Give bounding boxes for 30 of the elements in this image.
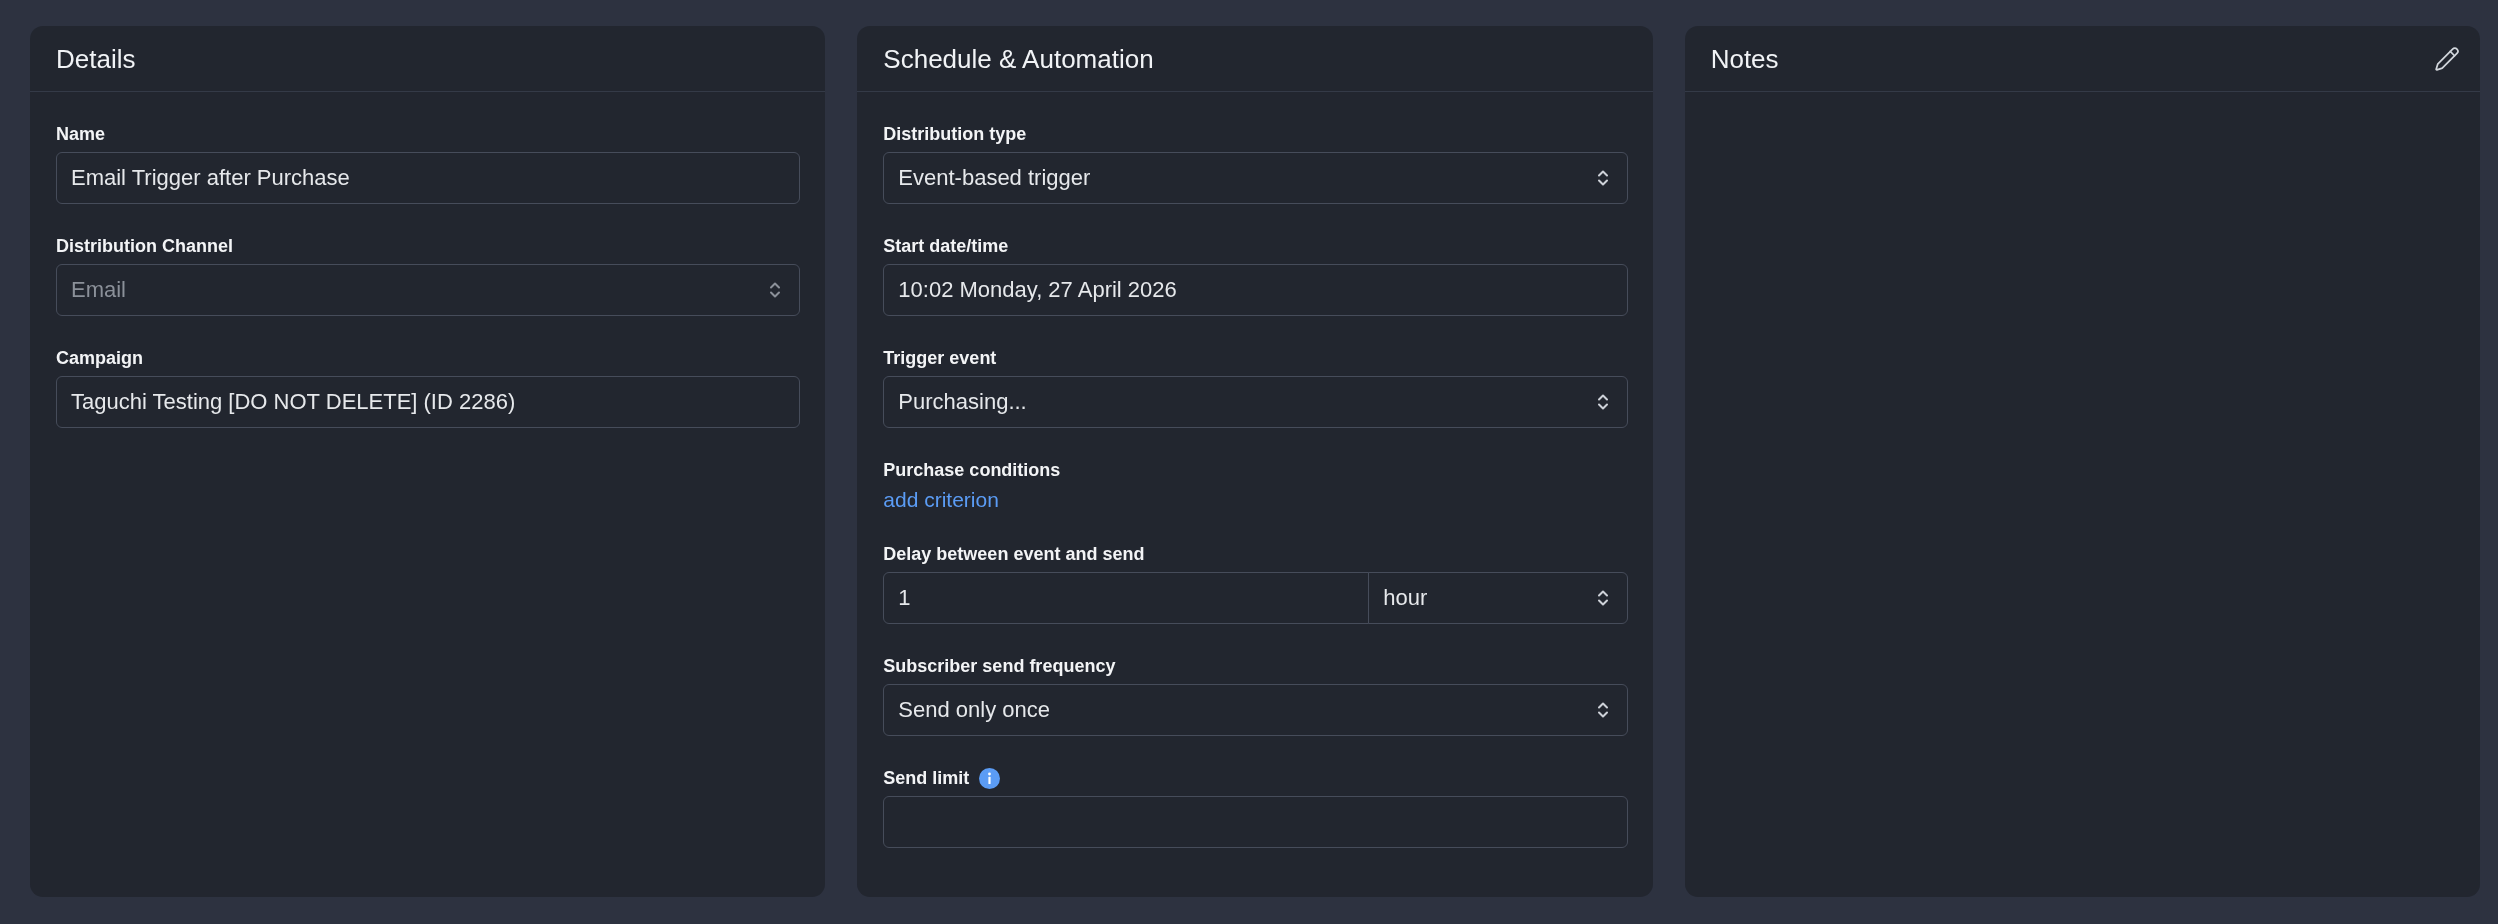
up-down-chevron-icon: [1596, 168, 1609, 188]
panel-title: Notes: [1710, 42, 1779, 75]
field-label: Distribution Channel: [56, 235, 233, 258]
number-field[interactable]: 1: [883, 572, 1370, 624]
dropdown-field[interactable]: Send only once: [883, 684, 1628, 736]
info-icon[interactable]: [979, 767, 1001, 789]
field-label: Start date/time: [883, 235, 1009, 258]
field-label: Campaign: [56, 347, 143, 370]
field-label: Distribution type: [883, 123, 1027, 146]
field-label: Delay between event and send: [883, 543, 1145, 566]
field-label: Purchase conditions: [883, 459, 1061, 482]
dropdown-field[interactable]: Event-based trigger: [883, 152, 1628, 204]
text-field[interactable]: Taguchi Testing [DO NOT DELETE] (ID 2286): [56, 376, 801, 428]
unit-dropdown[interactable]: hour: [1368, 572, 1628, 624]
field-label: Subscriber send frequency: [883, 655, 1116, 678]
field-label: Send limit: [883, 767, 970, 790]
panel-title: Details: [56, 42, 136, 75]
dropdown-field[interactable]: Purchasing...: [883, 376, 1628, 428]
field-label: Trigger event: [883, 347, 997, 370]
add-criterion-link[interactable]: add criterion: [883, 488, 999, 512]
up-down-chevron-icon: [1596, 392, 1609, 412]
field-label: Name: [56, 123, 106, 146]
text-field[interactable]: Email Trigger after Purchase: [56, 152, 801, 204]
panel-title: Schedule & Automation: [883, 42, 1154, 75]
pencil-icon[interactable]: [2434, 45, 2460, 72]
text-field[interactable]: [883, 796, 1628, 848]
up-down-chevron-icon: [1596, 588, 1609, 608]
text-field[interactable]: 10:02 Monday, 27 April 2026: [883, 264, 1628, 316]
up-down-chevron-icon: [769, 280, 782, 300]
up-down-chevron-icon: [1596, 700, 1609, 720]
